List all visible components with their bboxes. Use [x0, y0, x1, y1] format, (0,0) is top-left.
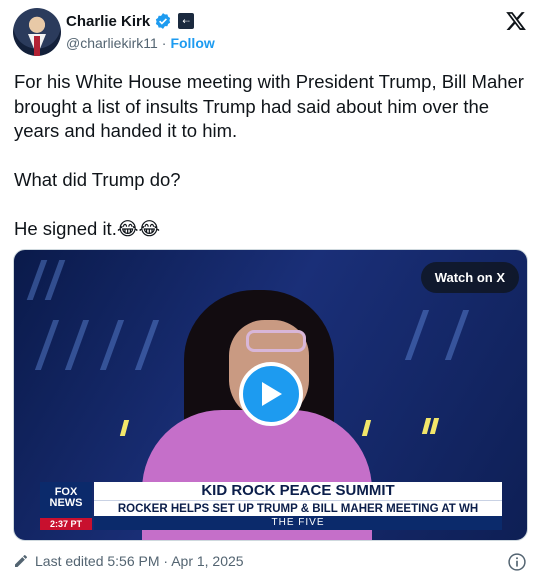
edit-info[interactable]: Last edited 5:56 PM · Apr 1, 2025: [13, 553, 244, 569]
avatar[interactable]: [13, 8, 61, 56]
broadcast-time: 2:37 PT: [40, 518, 92, 530]
video-player[interactable]: Watch on X FOX NEWS 2:37 PT KID ROCK PEA…: [13, 249, 528, 541]
last-edited-text[interactable]: Last edited 5:56 PM · Apr 1, 2025: [35, 553, 244, 569]
x-logo-icon[interactable]: [505, 10, 527, 32]
author-handle[interactable]: @charliekirk11: [66, 35, 158, 51]
author-name-row: Charlie Kirk ⇠: [66, 12, 195, 30]
verified-badge-icon: [156, 13, 171, 29]
show-name: THE FIVE: [94, 516, 502, 530]
handle-row: @charliekirk11 · Follow: [66, 35, 215, 51]
affiliation-badge-icon[interactable]: ⇠: [178, 13, 195, 29]
author-name[interactable]: Charlie Kirk: [66, 13, 150, 30]
chyron-subtitle: ROCKER HELPS SET UP TRUMP & BILL MAHER M…: [94, 500, 502, 517]
info-icon[interactable]: [507, 552, 527, 572]
chyron-title: KID ROCK PEACE SUMMIT: [94, 482, 502, 500]
news-lower-third: FOX NEWS 2:37 PT KID ROCK PEACE SUMMIT R…: [40, 482, 502, 530]
separator: ·: [161, 35, 167, 51]
tweet-card: Charlie Kirk ⇠ @charliekirk11 · Follow F…: [0, 0, 541, 578]
follow-button[interactable]: Follow: [170, 35, 214, 51]
watch-on-x-button[interactable]: Watch on X: [420, 262, 519, 293]
play-icon[interactable]: [239, 362, 303, 426]
tweet-text: For his White House meeting with Preside…: [14, 71, 524, 239]
fox-news-logo: FOX NEWS 2:37 PT: [40, 482, 92, 530]
pencil-icon: [15, 554, 28, 567]
